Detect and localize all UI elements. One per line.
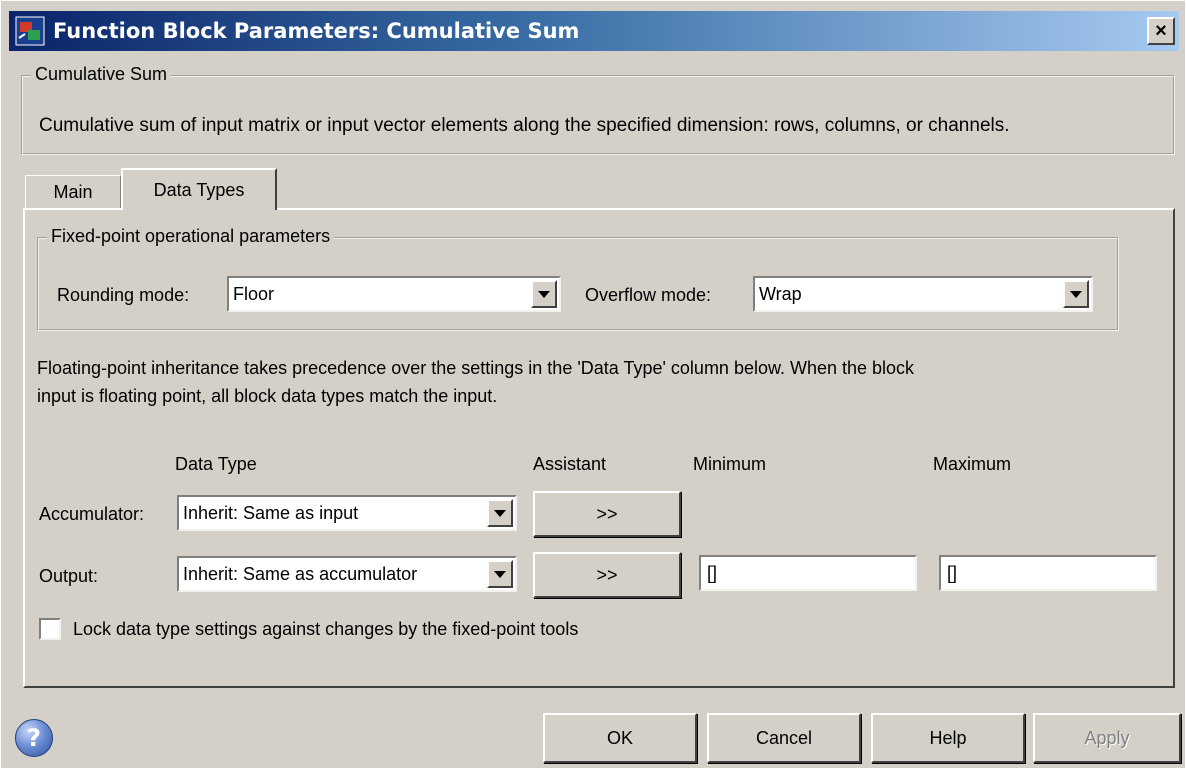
info-text-line1: Floating-point inheritance takes precede… [37,358,915,378]
help-question-icon[interactable]: ? [15,719,53,757]
assistant-button-label: >> [596,564,618,585]
chevron-down-icon[interactable] [487,499,513,527]
accumulator-label: Accumulator: [39,504,145,524]
output-maximum-value: [] [947,562,958,583]
overflow-mode-select[interactable]: Wrap [753,276,1093,312]
output-data-type-value: Inherit: Same as accumulator [183,563,418,584]
output-label: Output: [39,566,99,586]
fixed-point-legend: Fixed-point operational parameters [47,226,335,247]
cancel-button-label: Cancel [755,727,813,748]
chevron-down-icon[interactable] [1063,280,1089,308]
help-button-label: Help [929,727,967,748]
header-data-type: Data Type [175,454,257,474]
header-minimum: Minimum [693,454,767,474]
header-maximum: Maximum [933,454,1012,474]
tab-data-types-label: Data Types [153,179,245,200]
rounding-mode-label: Rounding mode: [57,285,190,305]
close-icon: × [1155,20,1167,42]
rounding-mode-select[interactable]: Floor [227,276,561,312]
cancel-button[interactable]: Cancel [707,713,861,763]
chevron-down-icon[interactable] [531,280,557,308]
block-group-legend: Cumulative Sum [31,64,172,85]
assistant-button-label: >> [596,503,618,524]
ok-button[interactable]: OK [543,713,697,763]
overflow-mode-label: Overflow mode: [585,285,712,305]
tab-main[interactable]: Main [25,175,121,209]
output-data-type-select[interactable]: Inherit: Same as accumulator [177,556,517,592]
apply-button-label: Apply [1084,727,1130,748]
accumulator-data-type-value: Inherit: Same as input [183,502,359,523]
accumulator-assistant-button[interactable]: >> [533,491,681,537]
tab-data-types[interactable]: Data Types [121,168,277,210]
close-button[interactable]: × [1147,17,1175,45]
ok-button-label: OK [606,727,633,748]
chevron-down-icon[interactable] [487,560,513,588]
overflow-mode-value: Wrap [759,283,802,304]
output-assistant-button[interactable]: >> [533,552,681,598]
accumulator-data-type-select[interactable]: Inherit: Same as input [177,495,517,531]
tab-main-label: Main [53,182,93,202]
dialog-window: Function Block Parameters: Cumulative Su… [0,0,1186,769]
output-minimum-field[interactable]: [] [699,555,917,591]
header-assistant: Assistant [533,454,607,474]
info-text-line2: input is floating point, all block data … [37,386,498,406]
window-title: Function Block Parameters: Cumulative Su… [53,19,580,43]
simulink-block-icon [15,16,45,46]
output-minimum-value: [] [707,562,718,583]
block-description: Cumulative sum of input matrix or input … [39,115,1010,136]
output-maximum-field[interactable]: [] [939,555,1157,591]
lock-data-type-label: Lock data type settings against changes … [73,619,579,639]
help-button[interactable]: Help [871,713,1025,763]
apply-button[interactable]: Apply [1033,713,1181,763]
lock-data-type-checkbox[interactable] [39,618,61,640]
title-bar[interactable]: Function Block Parameters: Cumulative Su… [9,11,1179,51]
rounding-mode-value: Floor [233,283,275,304]
